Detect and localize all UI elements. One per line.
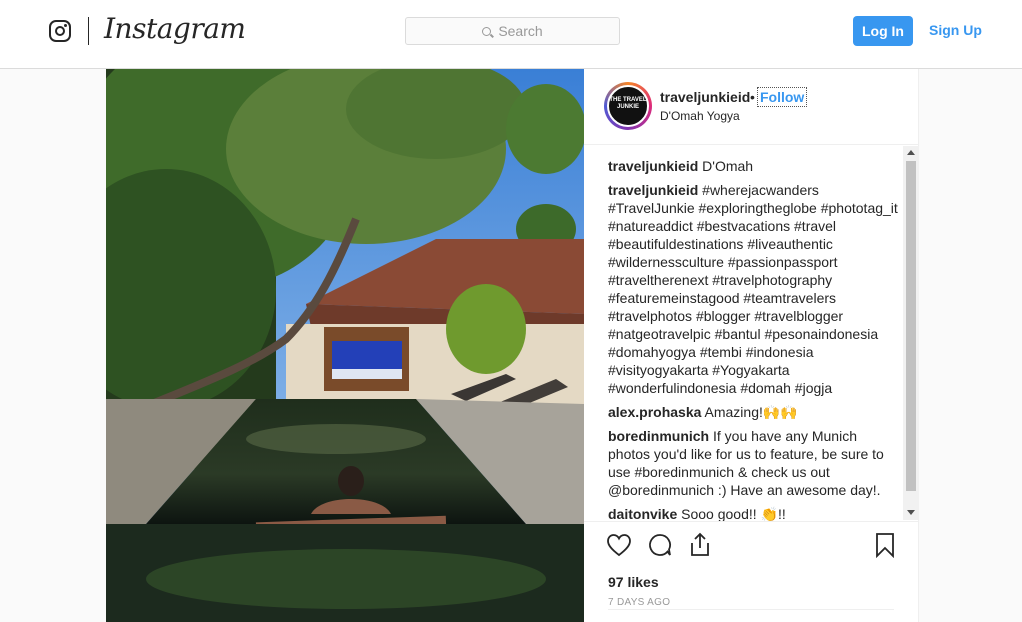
list-item: daitonvike Sooo good!! 👏!! — [608, 505, 900, 521]
comment-text: D'Omah — [702, 158, 754, 174]
comment-username[interactable]: daitonvike — [608, 506, 677, 521]
header-divider — [88, 17, 89, 45]
comment-text[interactable]: #wherejacwanders #TravelJunkie #explorin… — [608, 182, 898, 396]
avatar[interactable]: THE TRAVEL JUNKIE — [604, 82, 652, 130]
post-timestamp[interactable]: 7 DAYS AGO — [608, 597, 670, 608]
post-details-panel: THE TRAVEL JUNKIE traveljunkieid • Follo… — [584, 69, 919, 622]
search-placeholder: Search — [498, 23, 543, 39]
search-input[interactable]: Search — [405, 17, 620, 45]
comment-username[interactable]: traveljunkieid — [608, 158, 698, 174]
comment-username[interactable]: traveljunkieid — [608, 182, 698, 198]
avatar-image: THE TRAVEL JUNKIE — [607, 85, 649, 127]
signup-link[interactable]: Sign Up — [929, 22, 982, 38]
top-navigation-bar: Instagram Search Log In Sign Up — [0, 0, 1022, 69]
list-item: boredinmunich If you have any Munich pho… — [608, 427, 900, 499]
post-actions: 97 likes 7 DAYS AGO — [584, 521, 919, 622]
search-icon — [482, 26, 492, 36]
login-button[interactable]: Log In — [853, 16, 913, 46]
comment-username[interactable]: alex.prohaska — [608, 404, 701, 420]
author-username[interactable]: traveljunkieid — [660, 89, 750, 105]
list-item: traveljunkieid #wherejacwanders #TravelJ… — [608, 181, 900, 397]
comment-username[interactable]: boredinmunich — [608, 428, 709, 444]
separator-dot: • — [750, 89, 755, 105]
instagram-wordmark[interactable]: Instagram — [104, 12, 246, 45]
list-item: traveljunkieid D'Omah — [608, 157, 900, 175]
instagram-glyph-icon[interactable] — [49, 20, 71, 42]
comments-scrollbar[interactable] — [903, 146, 919, 520]
bookmark-icon[interactable] — [872, 532, 898, 558]
follow-button[interactable]: Follow — [757, 87, 808, 107]
comment-icon[interactable] — [647, 532, 673, 558]
like-count[interactable]: 97 likes — [608, 574, 659, 590]
scroll-down-icon[interactable] — [907, 510, 915, 515]
post-photo[interactable] — [106, 69, 584, 622]
post-location[interactable]: D'Omah Yogya — [660, 109, 740, 123]
scroll-up-icon[interactable] — [907, 150, 915, 155]
divider — [608, 609, 894, 610]
scroll-thumb[interactable] — [906, 161, 916, 491]
heart-icon[interactable] — [606, 532, 632, 558]
comment-text: Sooo good!! 👏!! — [681, 506, 786, 521]
comment-text: Amazing!🙌🙌 — [704, 404, 798, 420]
list-item: alex.prohaska Amazing!🙌🙌 — [608, 403, 900, 421]
comments-list[interactable]: traveljunkieid D'Omah traveljunkieid #wh… — [608, 157, 900, 521]
share-icon[interactable] — [687, 532, 713, 558]
post-header: THE TRAVEL JUNKIE traveljunkieid • Follo… — [584, 69, 919, 145]
